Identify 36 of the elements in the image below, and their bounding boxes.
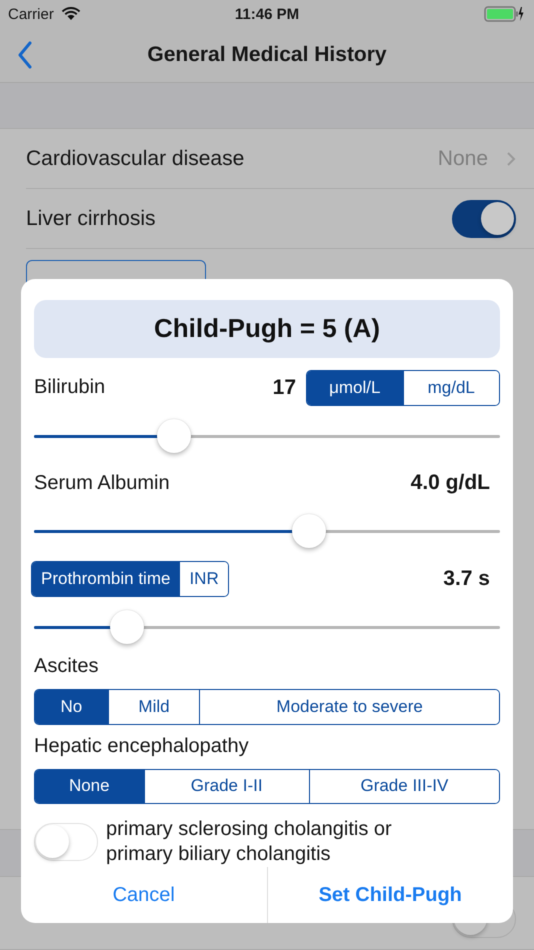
choice-label: Ascites <box>34 654 100 679</box>
cancel-button[interactable]: Cancel <box>21 867 266 924</box>
parameter-label: Serum Albumin <box>34 472 170 495</box>
slider-thumb[interactable] <box>156 418 191 453</box>
carrier-label: Carrier <box>8 6 54 22</box>
result-banner: Child-Pugh = 5 (A) <box>34 300 500 358</box>
wifi-icon <box>60 7 81 21</box>
parameter-label: Bilirubin <box>34 376 106 400</box>
slider[interactable] <box>34 608 500 645</box>
option-segment[interactable]: Moderate to severe <box>199 690 499 724</box>
option-segment[interactable]: Grade III-IV <box>308 770 499 804</box>
choice-label: Hepatic encephalopathy <box>34 734 250 759</box>
slider[interactable] <box>34 418 500 454</box>
row-label: Liver cirrhosis <box>26 206 157 230</box>
option-segment[interactable]: None <box>35 770 144 804</box>
battery-icon <box>484 6 524 22</box>
screen-title: General Medical History <box>147 43 387 67</box>
clock-time: 11:46 PM <box>234 6 300 22</box>
row-label: Cardiovascular disease <box>26 146 246 170</box>
slider-thumb[interactable] <box>292 514 326 548</box>
parameter-value: 17 <box>272 376 296 400</box>
back-icon[interactable] <box>17 41 33 69</box>
chevron-icon <box>506 150 516 166</box>
toggle-switch[interactable] <box>452 200 516 238</box>
row-value: None <box>438 146 488 170</box>
mode-segment[interactable]: INR <box>179 562 228 596</box>
slider-thumb[interactable] <box>110 610 144 644</box>
confirm-button[interactable]: Set Child-Pugh <box>266 867 513 924</box>
parameter-value: 3.7 s <box>443 566 490 591</box>
unit-segment[interactable]: mg/dL <box>402 370 499 405</box>
parameter-value: 4.0 g/dL <box>410 471 490 496</box>
unit-segment[interactable]: μmol/L <box>307 370 402 405</box>
switch-label: primary sclerosing cholangitis or primary biliary cholangitis <box>106 817 393 868</box>
mode-segment[interactable]: Prothrombin time <box>32 562 180 596</box>
slider[interactable] <box>34 513 500 549</box>
option-segment[interactable]: No <box>35 690 108 724</box>
